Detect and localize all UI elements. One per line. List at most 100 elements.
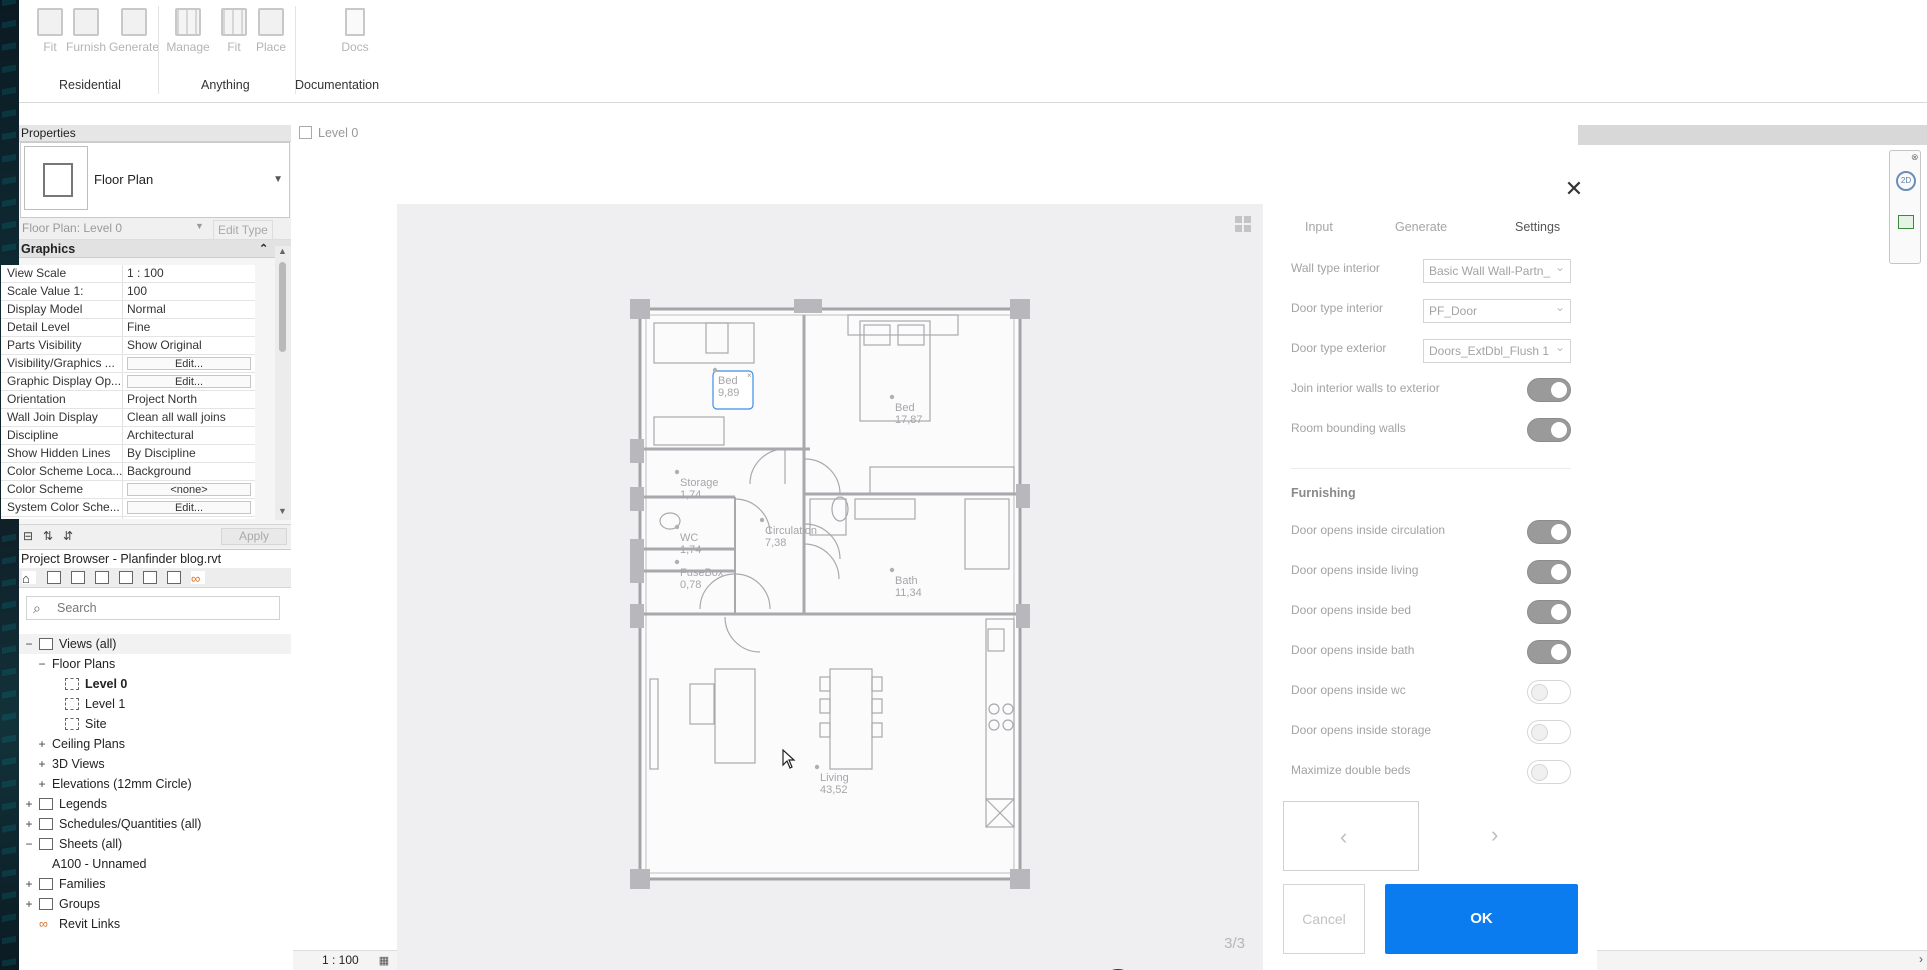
ribbon-place-button[interactable]: Place [248, 8, 294, 54]
property-row[interactable]: Parts Visibility Show Original [1, 337, 255, 355]
tab-input[interactable]: Input [1305, 220, 1333, 234]
schedules-filter-icon[interactable] [95, 571, 109, 584]
door-type-exterior-select[interactable]: Doors_ExtDbl_Flush 1 [1423, 339, 1571, 363]
furnishing-option-toggle[interactable] [1527, 640, 1571, 664]
previous-page-box[interactable]: ‹ [1283, 801, 1419, 871]
property-row[interactable]: View Scale 1 : 100 [1, 265, 255, 283]
property-row[interactable]: Color Scheme <none> [1, 481, 255, 499]
property-row[interactable]: Display Model Normal [1, 301, 255, 319]
edit-type-button[interactable]: Edit Type [213, 220, 273, 240]
scale-label[interactable]: 1 : 100 [322, 953, 359, 967]
expand-icon[interactable]: + [36, 754, 48, 774]
link-icon[interactable]: ∞ [191, 571, 205, 586]
expand-icon[interactable]: + [23, 794, 35, 814]
property-row[interactable]: Visibility/Graphics ... Edit... [1, 355, 255, 373]
view-tab-level-0[interactable]: Level 0 [299, 126, 358, 148]
tree-item[interactable]: − Sheets (all) [19, 834, 291, 854]
close-button[interactable]: ✕ [1562, 178, 1586, 202]
tree-item[interactable]: Level 1 [19, 694, 291, 714]
furnishing-option-toggle[interactable] [1527, 600, 1571, 624]
collapse-icon[interactable]: − [36, 654, 48, 674]
furnishing-option-toggle[interactable] [1527, 520, 1571, 544]
furnishing-option-toggle[interactable] [1527, 760, 1571, 784]
property-row[interactable]: Default Analysis Dis...N... [1, 517, 255, 519]
property-row[interactable]: Scale Value 1: 100 [1, 283, 255, 301]
expand-icon[interactable]: + [23, 894, 35, 914]
instance-selector[interactable]: Floor Plan: Level 0 [22, 221, 122, 235]
3d-views-filter-icon[interactable] [119, 571, 133, 584]
collapse-icon[interactable]: − [23, 634, 35, 654]
expand-icon[interactable]: + [23, 874, 35, 894]
navigation-bar[interactable]: ⊗ 2D [1889, 150, 1921, 264]
join-interior-walls-toggle[interactable] [1527, 378, 1571, 402]
door-type-interior-select[interactable]: PF_Door [1423, 299, 1571, 323]
property-row[interactable]: Discipline Architectural [1, 427, 255, 445]
properties-scrollbar[interactable]: ▲ ▼ [275, 246, 291, 520]
tree-item[interactable]: + Groups [19, 894, 291, 914]
collapse-icon[interactable]: − [23, 834, 35, 854]
tree-item[interactable]: A100 - Unnamed [19, 854, 291, 874]
cancel-button[interactable]: Cancel [1283, 884, 1365, 954]
view-properties-icon[interactable]: ⊟ [23, 529, 37, 543]
tree-item[interactable]: − Floor Plans [19, 654, 291, 674]
sort-icon[interactable]: ⇅ [43, 529, 57, 543]
expand-icon[interactable]: + [36, 774, 48, 794]
previous-button[interactable]: ‹ [1340, 824, 1347, 850]
furnishing-option-toggle[interactable] [1527, 560, 1571, 584]
families-filter-icon[interactable] [167, 571, 181, 584]
zoom-icon[interactable] [1898, 215, 1914, 229]
ribbon-docs-button[interactable]: Docs [332, 8, 378, 54]
ribbon-manage-button[interactable]: Manage [162, 8, 214, 54]
type-selector[interactable]: Floor Plan ▼ [20, 142, 290, 218]
scroll-down-icon[interactable]: ▼ [278, 506, 287, 516]
search-input[interactable] [57, 601, 267, 615]
tree-item[interactable]: + Families [19, 874, 291, 894]
wall-type-interior-select[interactable]: Basic Wall Wall-Partn_ [1423, 259, 1571, 283]
tree-item[interactable]: ∞ Revit Links [19, 914, 291, 934]
property-edit-button[interactable]: Edit... [127, 357, 251, 370]
property-row[interactable]: Wall Join Display Clean all wall joins [1, 409, 255, 427]
close-icon[interactable]: ⊗ [1911, 152, 1919, 163]
scroll-up-icon[interactable]: ▲ [278, 246, 287, 256]
browser-search[interactable]: ⌕ [26, 596, 280, 620]
ribbon-generate-button[interactable]: Generate [105, 8, 163, 54]
furnishing-option-toggle[interactable] [1527, 720, 1571, 744]
tree-item[interactable]: − Views (all) [19, 634, 291, 654]
tree-item[interactable]: + Ceiling Plans [19, 734, 291, 754]
property-row[interactable]: Orientation Project North [1, 391, 255, 409]
ok-button[interactable]: OK [1385, 884, 1578, 954]
furnishing-option-toggle[interactable] [1527, 680, 1571, 704]
apply-button[interactable]: Apply [221, 528, 287, 545]
ceiling-plans-filter-icon[interactable] [71, 571, 85, 584]
grid-view-icon[interactable] [1235, 216, 1251, 232]
tree-item[interactable]: Level 0 [19, 674, 291, 694]
tree-item[interactable]: + Schedules/Quantities (all) [19, 814, 291, 834]
property-edit-button[interactable]: Edit... [127, 501, 251, 514]
tab-generate[interactable]: Generate [1395, 220, 1447, 234]
tree-item[interactable]: Site [19, 714, 291, 734]
filter-icon[interactable]: ⇵ [63, 529, 77, 543]
detail-level-icon[interactable]: ▦ [377, 954, 391, 967]
property-row[interactable]: System Color Sche... Edit... [1, 499, 255, 517]
next-button[interactable]: › [1491, 822, 1498, 848]
home-icon[interactable]: ⌂ [22, 571, 36, 586]
steering-wheel-icon[interactable]: 2D [1896, 171, 1916, 191]
sheets-filter-icon[interactable] [143, 571, 157, 584]
expand-icon[interactable]: + [23, 814, 35, 834]
property-edit-button[interactable]: Edit... [127, 375, 251, 388]
property-edit-button[interactable]: <none> [127, 483, 251, 496]
property-row[interactable]: Graphic Display Op... Edit... [1, 373, 255, 391]
property-row[interactable]: Detail Level Fine [1, 319, 255, 337]
tab-settings[interactable]: Settings [1515, 220, 1560, 234]
scrollbar-thumb[interactable] [279, 262, 286, 352]
floor-plans-filter-icon[interactable] [47, 571, 61, 584]
collapse-icon[interactable]: ⌃ [259, 240, 268, 258]
tree-item[interactable]: + Elevations (12mm Circle) [19, 774, 291, 794]
tree-item[interactable]: +3D Views [19, 754, 291, 774]
scroll-right-icon[interactable]: › [1919, 952, 1923, 966]
expand-icon[interactable]: + [36, 734, 48, 754]
room-bounding-walls-toggle[interactable] [1527, 418, 1571, 442]
graphics-section-header[interactable]: Graphics ⌃ [19, 240, 291, 258]
tree-item[interactable]: + Legends [19, 794, 291, 814]
property-row[interactable]: Show Hidden Lines By Discipline [1, 445, 255, 463]
